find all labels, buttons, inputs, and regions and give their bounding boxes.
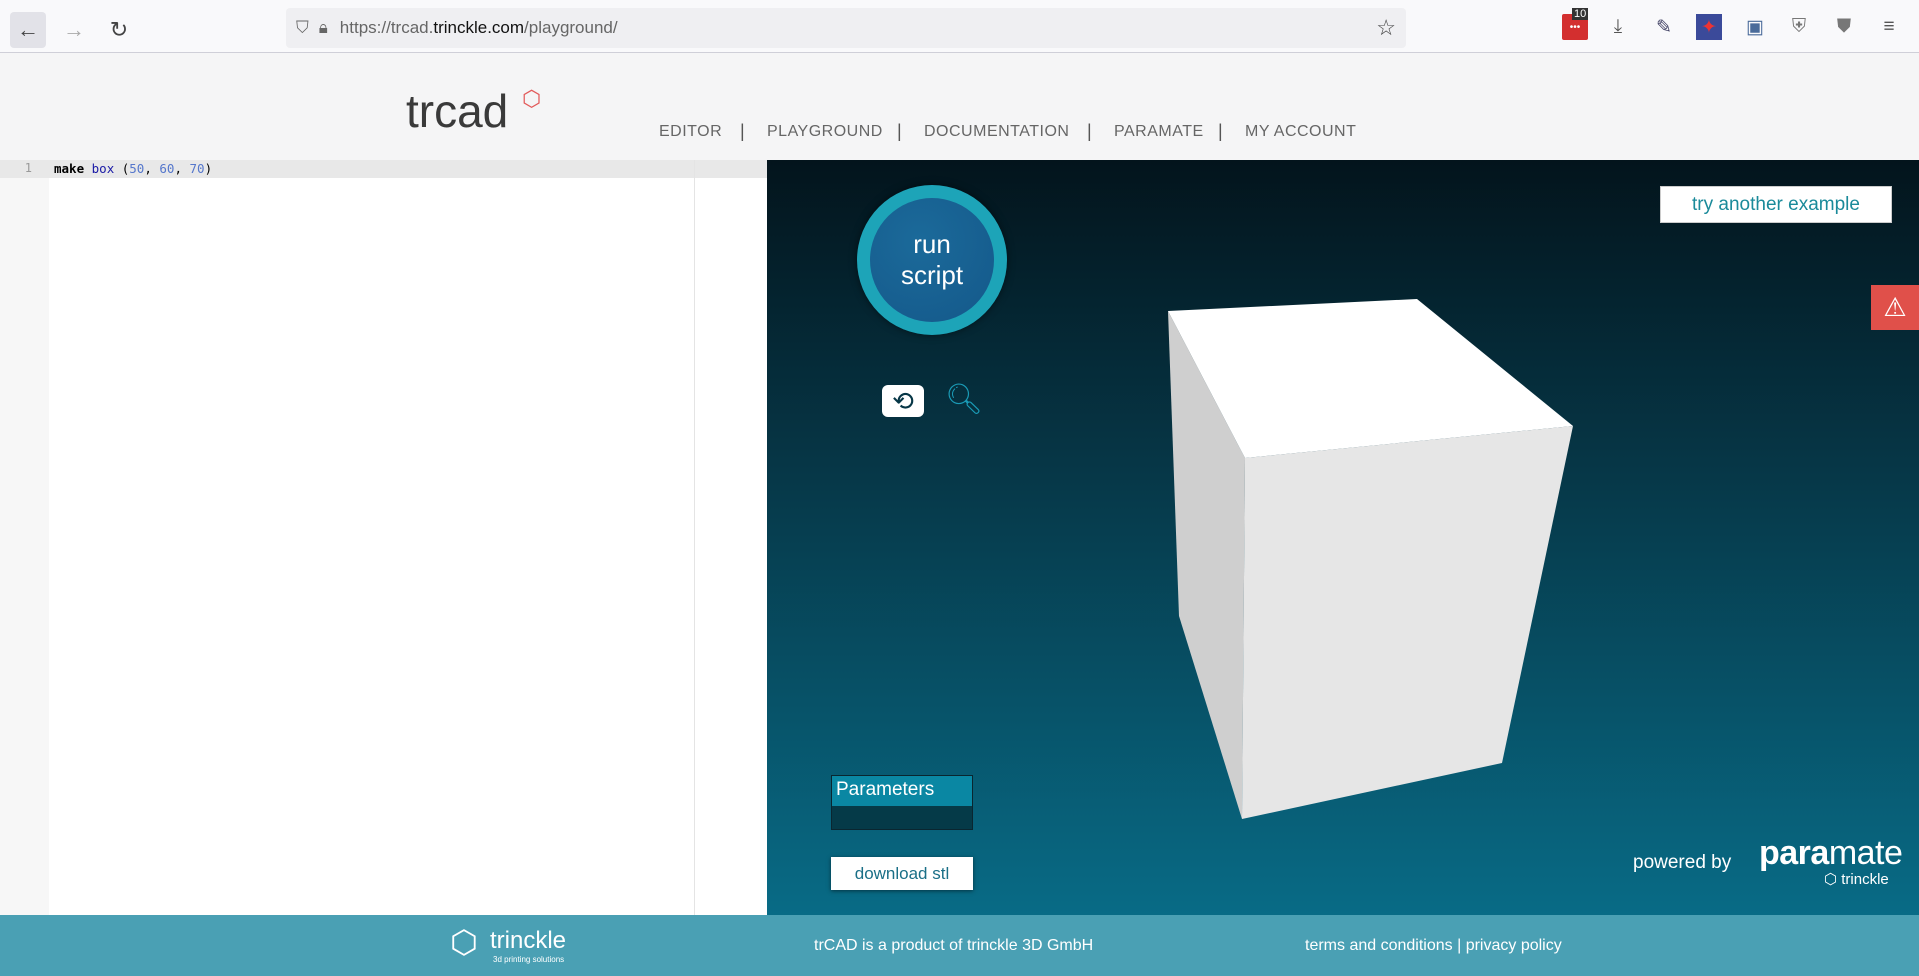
try-another-example-button[interactable]: try another example xyxy=(1660,186,1892,223)
code-function: box xyxy=(91,161,115,176)
code-line[interactable]: make box (50, 60, 70) xyxy=(54,161,212,176)
url-bar[interactable]: ⛉ 🔒︎ https://trcad. trinckle.com/playgrou… xyxy=(286,8,1406,48)
password-manager-extension-icon[interactable]: ••• 10 xyxy=(1562,8,1589,40)
run-script-button[interactable]: run script xyxy=(857,185,1007,335)
footer: ⬡ trinckle 3d printing solutions trCAD i… xyxy=(0,915,1919,976)
eyedropper-icon[interactable]: ✎ xyxy=(1651,14,1677,40)
code-number: 70 xyxy=(189,161,205,176)
menu-icon[interactable]: ≡ xyxy=(1876,14,1902,40)
parameters-panel[interactable]: Parameters xyxy=(831,775,973,830)
nav-documentation[interactable]: DOCUMENTATION xyxy=(924,123,1069,141)
box-front-face xyxy=(1242,426,1573,819)
privacy-link[interactable]: privacy policy xyxy=(1466,937,1562,954)
footer-logo[interactable]: trinckle xyxy=(490,927,566,955)
paramate-logo-bold: para xyxy=(1759,834,1829,872)
ublock-icon[interactable]: ⛊ xyxy=(1831,14,1857,40)
nav-paramate[interactable]: PARAMATE xyxy=(1114,123,1204,141)
zoom-fit-icon[interactable]: 🔍︎ xyxy=(945,382,983,417)
back-button[interactable]: ← xyxy=(10,12,46,48)
footer-product-text: trCAD is a product of trinckle 3D GmbH xyxy=(814,937,1094,954)
warning-icon[interactable]: ⚠ xyxy=(1871,285,1919,330)
url-domain: trinckle.com xyxy=(433,18,525,37)
trcad-logo[interactable]: trcad xyxy=(406,84,508,138)
trinckle-small-logo: ⬡ trinckle xyxy=(1824,871,1889,888)
paramate-logo-light: mate xyxy=(1828,834,1903,872)
site-header xyxy=(0,54,1919,160)
parameters-header[interactable]: Parameters xyxy=(832,776,972,806)
reset-camera-icon[interactable]: ⟲ xyxy=(882,385,924,417)
trinckle-hex-icon: ⬡ xyxy=(450,924,478,960)
nav-playground[interactable]: PLAYGROUND xyxy=(767,123,883,141)
code-number: 60 xyxy=(159,161,175,176)
code-paren: ) xyxy=(204,161,213,176)
nav-separator: | xyxy=(1218,121,1223,141)
url-prefix: https://trcad. xyxy=(339,18,434,37)
code-keyword: make xyxy=(54,161,85,176)
print-margin xyxy=(694,160,695,915)
nav-editor[interactable]: EDITOR xyxy=(659,123,722,141)
logo-hexagon-icon: ⬡ xyxy=(522,86,542,111)
code-comma: , xyxy=(144,161,160,176)
extension-icon[interactable]: ✦ xyxy=(1696,14,1722,40)
nav-separator: | xyxy=(1087,121,1092,141)
script-label: script xyxy=(900,260,964,290)
tracking-protection-icon[interactable]: ⛉ xyxy=(296,18,309,38)
run-label: run xyxy=(913,229,951,259)
paramate-logo[interactable]: paramate xyxy=(1759,834,1903,873)
download-icon[interactable]: ⤓ xyxy=(1605,14,1631,40)
image-extension-icon[interactable]: ▣ xyxy=(1742,14,1768,40)
bookmark-star-icon[interactable]: ☆ xyxy=(1376,15,1396,41)
lock-icon[interactable]: 🔒︎ xyxy=(319,18,328,38)
forward-button[interactable]: → xyxy=(56,12,92,48)
browser-toolbar: ← → ↻ ⛉ 🔒︎ https://trcad. trinckle.com/pl… xyxy=(0,0,1919,53)
powered-by-label: powered by xyxy=(1633,852,1732,873)
terms-link[interactable]: terms and conditions xyxy=(1305,937,1453,954)
line-gutter xyxy=(0,160,49,915)
footer-separator: | xyxy=(1457,937,1462,954)
line-number: 1 xyxy=(24,161,32,175)
code-number: 50 xyxy=(129,161,145,176)
url-path: /playground/ xyxy=(524,18,618,37)
download-stl-button[interactable]: download stl xyxy=(831,857,973,890)
code-comma: , xyxy=(174,161,190,176)
shield-lock-icon[interactable]: ⛨ xyxy=(1786,14,1812,40)
code-paren: ( xyxy=(114,161,130,176)
3d-viewer[interactable]: run script ⟲ 🔍︎ try another example ⚠ Par… xyxy=(767,160,1919,915)
trinckle-small-text: trinckle xyxy=(1841,871,1889,888)
code-editor[interactable]: 1 make box (50, 60, 70) xyxy=(0,160,767,915)
nav-my-account[interactable]: MY ACCOUNT xyxy=(1245,123,1356,141)
nav-separator: | xyxy=(740,121,745,141)
footer-logo-sub: 3d printing solutions xyxy=(493,955,565,964)
reload-button[interactable]: ↻ xyxy=(101,12,137,48)
nav-separator: | xyxy=(897,121,902,141)
extension-badge: 10 xyxy=(1572,8,1589,20)
